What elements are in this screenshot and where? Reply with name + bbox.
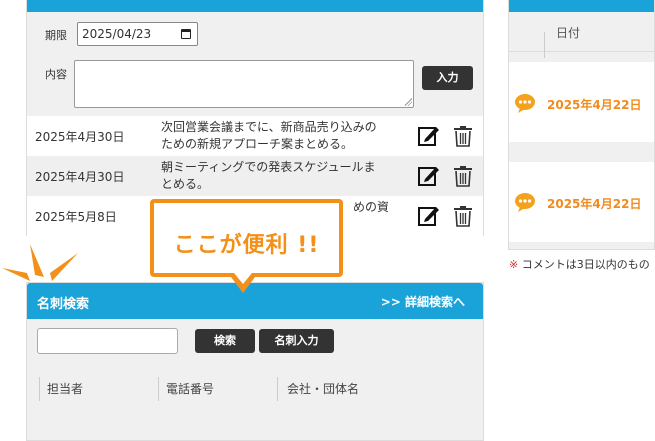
- content-label: 内容: [45, 68, 67, 81]
- trash-icon[interactable]: [451, 164, 475, 188]
- date-column-header: 日付: [556, 26, 581, 40]
- comment-bubble-icon: [515, 94, 535, 113]
- todo-text: 朝ミーティングでの発表スケジュールま とめる。: [161, 159, 391, 193]
- trash-icon[interactable]: [451, 204, 475, 228]
- note-mark: ※: [509, 258, 519, 271]
- edit-icon[interactable]: [417, 204, 441, 228]
- deadline-label: 期限: [45, 29, 67, 42]
- todo-date: 2025年4月30日: [35, 130, 125, 144]
- comment-row[interactable]: 2025年4月22日: [509, 62, 654, 142]
- comments-panel-header-bar: [509, 0, 654, 12]
- todo-text-line: とめる。: [161, 177, 210, 191]
- comment-date: 2025年4月22日: [547, 98, 642, 112]
- resize-grip-icon[interactable]: [404, 98, 412, 106]
- column-divider: [277, 377, 278, 401]
- advanced-search-link[interactable]: >> 詳細検索へ: [381, 293, 465, 310]
- note-text: コメントは3日以内のもの: [521, 258, 650, 271]
- card-search-panel: 名刺検索 >> 詳細検索へ 検索 名刺入力 担当者 電話番号 会社・団体名: [26, 282, 484, 441]
- todo-text-line: 次回営業会議までに、新商品売り込みの: [161, 120, 377, 134]
- card-search-input[interactable]: [37, 328, 178, 354]
- todo-text: 次回営業会議までに、新商品売り込みの ための新規アプローチ案まとめる。: [161, 119, 391, 153]
- column-divider: [158, 377, 159, 401]
- burst-decoration-icon: [2, 244, 78, 281]
- column-divider: [544, 32, 545, 58]
- comments-panel: 日付 2025年4月22日 2025年4月22日: [508, 0, 655, 250]
- column-divider: [39, 377, 40, 401]
- deadline-date-input[interactable]: 2025/04/23: [77, 22, 198, 46]
- comment-row[interactable]: 2025年4月22日: [509, 162, 654, 242]
- trash-icon[interactable]: [451, 124, 475, 148]
- search-button[interactable]: 検索: [195, 329, 255, 353]
- comment-bubble-icon: [515, 193, 535, 212]
- todo-row: 2025年4月30日 次回営業会議までに、新商品売り込みの ための新規アプローチ…: [27, 116, 483, 156]
- todo-panel-header-bar: [27, 0, 483, 12]
- card-input-button[interactable]: 名刺入力: [259, 329, 334, 353]
- column-header-company: 会社・団体名: [287, 382, 360, 396]
- todo-row: 2025年4月30日 朝ミーティングでの発表スケジュールま とめる。: [27, 156, 483, 196]
- callout-text: ここが便利 !!: [173, 233, 320, 258]
- edit-icon[interactable]: [417, 164, 441, 188]
- comments-note: ※ コメントは3日以内のもの: [509, 256, 650, 272]
- column-header-phone: 電話番号: [166, 382, 215, 396]
- comments-table-header: [509, 12, 654, 58]
- todo-date: 2025年4月30日: [35, 170, 125, 184]
- comment-date: 2025年4月22日: [547, 197, 642, 211]
- deadline-date-value: 2025/04/23: [82, 27, 152, 41]
- todo-text-line: ための新規アプローチ案まとめる。: [161, 137, 354, 151]
- calendar-icon[interactable]: [181, 29, 191, 39]
- todo-text-line: 朝ミーティングでの発表スケジュールま: [161, 160, 376, 174]
- callout-pointer: [228, 273, 258, 293]
- card-search-title: 名刺検索: [37, 297, 90, 312]
- column-header-person: 担当者: [47, 382, 84, 396]
- edit-icon[interactable]: [417, 124, 441, 148]
- callout-box: ここが便利 !!: [150, 199, 343, 277]
- content-textarea[interactable]: [74, 60, 414, 108]
- submit-button[interactable]: 入力: [422, 66, 473, 90]
